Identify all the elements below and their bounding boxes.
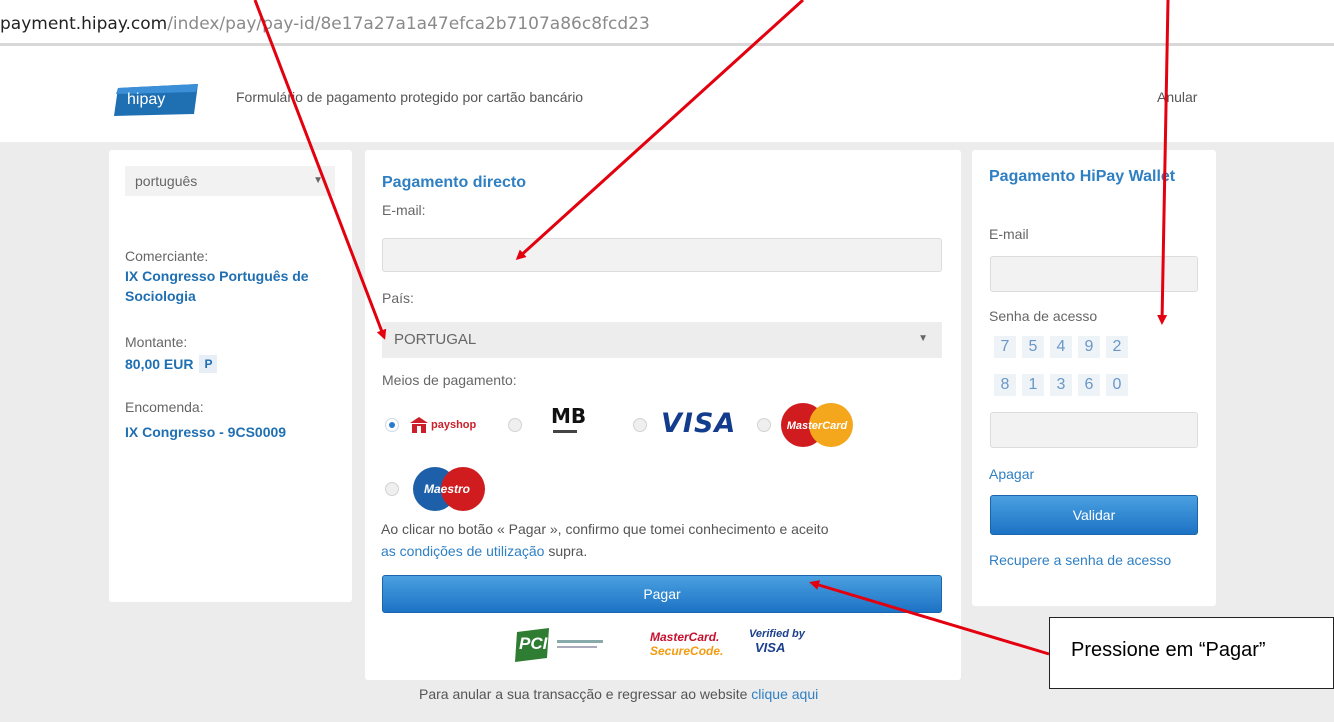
language-select[interactable]: português ▼	[125, 166, 335, 196]
email-label: E-mail:	[382, 202, 426, 218]
chevron-down-icon: ▼	[313, 175, 323, 186]
amount-value: 80,00 EUR	[125, 356, 194, 372]
pci-logo: PCI	[513, 628, 637, 664]
maestro-logo[interactable]: Maestro	[411, 466, 487, 512]
order-value: IX Congresso - 9CS0009	[125, 424, 287, 440]
radio-payshop[interactable]	[385, 418, 399, 432]
wallet-email-label: E-mail	[989, 226, 1029, 242]
currency-badge[interactable]: P	[199, 355, 218, 373]
hipay-wallet-panel: Pagamento HiPay Wallet E-mail Senha de a…	[972, 150, 1216, 606]
hipay-logo-text: hipay	[127, 91, 166, 108]
direct-payment-title: Pagamento directo	[382, 174, 527, 191]
multibanco-logo[interactable]: MB	[551, 404, 586, 434]
amount-label: Montante:	[125, 334, 188, 350]
multibanco-label: MB	[551, 404, 587, 428]
cancel-link[interactable]: Anular	[1157, 89, 1197, 105]
address-bar[interactable]: payment.hipay.com/index/pay/pay-id/8e17a…	[0, 0, 1334, 46]
pci-label: PCI	[519, 634, 548, 653]
terms-text-after: supra.	[544, 543, 588, 559]
maestro-label: Maestro	[424, 482, 470, 496]
recover-password-link[interactable]: Recupere a senha de acesso	[989, 550, 1179, 570]
securecode-line2: SecureCode.	[650, 644, 724, 658]
country-select-value: PORTUGAL	[394, 331, 477, 348]
verified-by-line1: Verified by	[749, 628, 805, 640]
pin-key[interactable]: 1	[1022, 374, 1044, 396]
terms-text: Ao clicar no botão « Pagar », confirmo q…	[381, 518, 951, 562]
radio-visa[interactable]	[633, 418, 647, 432]
pin-key[interactable]: 5	[1022, 336, 1044, 358]
cancel-footer-link[interactable]: clique aqui	[751, 686, 818, 702]
radio-multibanco[interactable]	[508, 418, 522, 432]
pin-key[interactable]: 0	[1106, 374, 1128, 396]
mastercard-securecode-logo: MasterCard. SecureCode.	[650, 630, 723, 658]
pci-caption-line	[557, 646, 597, 648]
page-title: Formulário de pagamento protegido por ca…	[236, 89, 584, 105]
pin-key[interactable]: 4	[1050, 336, 1072, 358]
pci-caption-line	[557, 640, 603, 643]
verified-by-line2: VISA	[755, 640, 786, 655]
password-label: Senha de acesso	[989, 308, 1098, 324]
cancel-footer-text: Para anular a sua transacção e regressar…	[419, 686, 752, 702]
language-select-value: português	[135, 173, 198, 189]
visa-logo[interactable]: VISA	[661, 408, 736, 439]
order-summary-panel: português ▼ Comerciante: IX Congresso Po…	[109, 150, 352, 602]
radio-maestro[interactable]	[385, 482, 399, 496]
country-label: País:	[382, 290, 414, 306]
country-select[interactable]: PORTUGAL ▼	[382, 322, 942, 358]
url-host: payment.hipay.com	[0, 14, 168, 34]
radio-mastercard[interactable]	[757, 418, 771, 432]
pin-key[interactable]: 3	[1050, 374, 1072, 396]
merchant-value: IX Congresso Português de Sociologia	[125, 268, 309, 304]
payshop-icon	[410, 417, 428, 433]
pin-key[interactable]: 9	[1078, 336, 1100, 358]
verified-by-visa-logo: Verified by VISA	[749, 628, 805, 655]
pin-key[interactable]: 6	[1078, 374, 1100, 396]
mastercard-label: MasterCard	[787, 420, 848, 432]
payment-methods-label: Meios de pagamento:	[382, 372, 517, 388]
amount-row: 80,00 EUR P	[125, 354, 218, 374]
pin-key[interactable]: 2	[1106, 336, 1128, 358]
email-input[interactable]	[382, 238, 942, 272]
mastercard-logo[interactable]: MasterCard	[779, 402, 855, 448]
chevron-down-icon: ▼	[918, 333, 928, 344]
pin-key[interactable]: 8	[994, 374, 1016, 396]
pay-button[interactable]: Pagar	[382, 575, 942, 613]
wallet-email-input[interactable]	[990, 256, 1198, 292]
pin-key[interactable]: 7	[994, 336, 1016, 358]
merchant-label: Comerciante:	[125, 248, 209, 264]
payshop-label: payshop	[431, 419, 477, 431]
multibanco-underline	[553, 430, 577, 433]
annotation-callout: Pressione em “Pagar”	[1049, 617, 1334, 689]
validate-button[interactable]: Validar	[990, 495, 1198, 535]
url-text[interactable]: payment.hipay.com/index/pay/pay-id/8e17a…	[0, 14, 650, 34]
terms-link[interactable]: as condições de utilização	[381, 543, 544, 559]
wallet-title: Pagamento HiPay Wallet	[989, 168, 1176, 185]
direct-payment-panel: Pagamento directo E-mail: País: PORTUGAL…	[365, 150, 961, 680]
wallet-password-input[interactable]	[990, 412, 1198, 448]
page-header: hipay Formulário de pagamento protegido …	[0, 62, 1334, 142]
url-path: /index/pay/pay-id/8e17a27a1a47efca2b7107…	[167, 14, 650, 34]
terms-text-before: Ao clicar no botão « Pagar », confirmo q…	[381, 521, 829, 537]
clear-password-link[interactable]: Apagar	[989, 464, 1034, 484]
order-label: Encomenda:	[125, 399, 204, 415]
securecode-line1: MasterCard.	[650, 630, 720, 644]
